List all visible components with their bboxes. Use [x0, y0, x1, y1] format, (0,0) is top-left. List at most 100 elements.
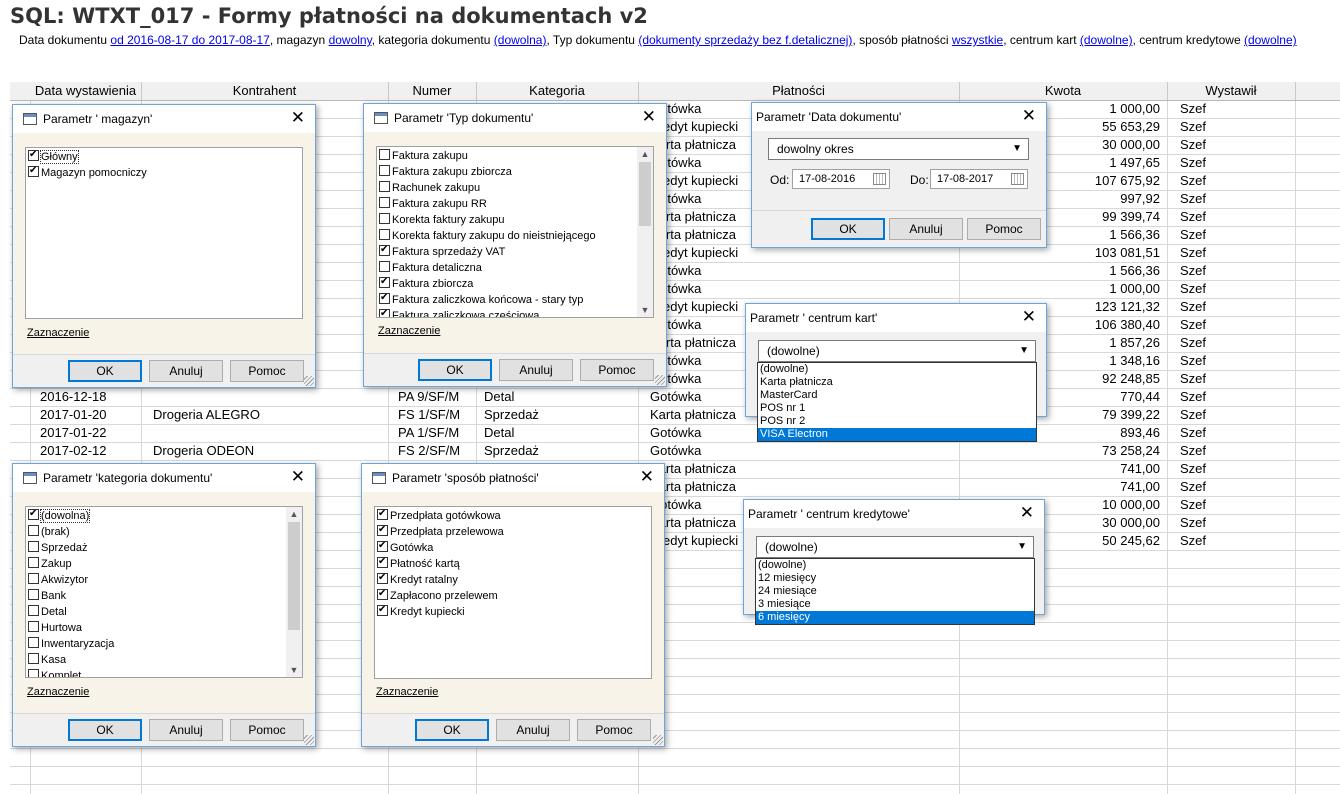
date-range-link[interactable]: od 2016-08-17 do 2017-08-17: [110, 33, 269, 47]
list-item[interactable]: Faktura zaliczkowa końcowa - stary typ: [377, 290, 637, 308]
list-item[interactable]: Gotówka: [375, 538, 651, 556]
dialog-titlebar[interactable]: Parametr 'kategoria dokumentu' ✕: [13, 464, 315, 492]
scroll-down-icon[interactable]: ▼: [637, 303, 653, 317]
dropdown-option[interactable]: VISA Electron: [758, 428, 1036, 441]
checkbox-icon[interactable]: [379, 229, 390, 240]
selection-link[interactable]: Zaznaczenie: [376, 686, 438, 698]
table-row[interactable]: 2017-01-20 Drogeria ALEGRO FS 1/SF/M Sprzed…: [10, 406, 1340, 425]
dropdown-option[interactable]: POS nr 2: [758, 415, 1036, 428]
dropdown-option[interactable]: (dowolne): [756, 559, 1034, 572]
payment-method-link[interactable]: wszystkie: [952, 33, 1003, 47]
scrollbar[interactable]: ▲ ▼: [637, 147, 653, 317]
credit-center-link[interactable]: (dowolne): [1244, 33, 1297, 47]
warehouse-link[interactable]: dowolny: [329, 33, 372, 47]
scroll-down-icon[interactable]: ▼: [286, 663, 302, 677]
warehouse-checklist[interactable]: Główny Magazyn pomocniczy: [25, 147, 303, 319]
resize-grip-icon[interactable]: [304, 376, 314, 386]
to-date-input[interactable]: 17-08-2017: [930, 169, 1028, 189]
calendar-icon[interactable]: [873, 173, 886, 185]
dialog-titlebar[interactable]: Parametr ' centrum kart' ✕: [746, 304, 1046, 332]
selection-link[interactable]: Zaznaczenie: [27, 686, 89, 698]
checkbox-icon[interactable]: [379, 197, 390, 208]
ok-button[interactable]: OK: [68, 360, 142, 382]
checkbox-icon[interactable]: [28, 669, 39, 677]
card-center-select[interactable]: (dowolne) ▼: [758, 340, 1036, 362]
checkbox-checked-icon[interactable]: [379, 306, 390, 317]
checkbox-icon[interactable]: [28, 653, 39, 664]
calendar-icon[interactable]: [1011, 173, 1024, 185]
close-icon[interactable]: ✕: [640, 467, 654, 487]
checkbox-checked-icon[interactable]: [377, 522, 388, 538]
list-item[interactable]: Bank: [26, 588, 286, 604]
cancel-button[interactable]: Anuluj: [149, 360, 223, 382]
dropdown-option[interactable]: POS nr 1: [758, 402, 1036, 415]
list-item[interactable]: Faktura zbiorcza: [377, 274, 637, 292]
close-icon[interactable]: ✕: [1022, 106, 1036, 126]
column-header[interactable]: Kontrahent: [141, 82, 389, 100]
table-row[interactable]: [10, 766, 1340, 785]
checkbox-icon[interactable]: [28, 637, 39, 648]
list-item[interactable]: Korekta faktury zakupu do nieistniejąceg…: [377, 228, 637, 244]
list-item[interactable]: Sprzedaż: [26, 540, 286, 556]
ok-button[interactable]: OK: [415, 719, 489, 741]
card-center-link[interactable]: (dowolne): [1080, 33, 1133, 47]
checkbox-checked-icon[interactable]: [379, 290, 390, 306]
list-item[interactable]: Główny: [26, 148, 302, 165]
help-button[interactable]: Pomoc: [577, 719, 651, 741]
checkbox-icon[interactable]: [28, 573, 39, 584]
list-item[interactable]: Przedpłata przelewowa: [375, 522, 651, 540]
table-row[interactable]: [10, 748, 1340, 767]
list-item[interactable]: Faktura sprzedaży VAT: [377, 242, 637, 260]
checkbox-icon[interactable]: [28, 525, 39, 536]
dialog-titlebar[interactable]: Parametr 'Typ dokumentu' ✕: [364, 104, 666, 132]
table-row[interactable]: 2016-12-18 PA 9/SF/M Detal Gotówka 770,44 Sze…: [10, 388, 1340, 407]
scrollbar[interactable]: ▲ ▼: [286, 507, 302, 677]
list-item[interactable]: Akwizytor: [26, 572, 286, 588]
checkbox-checked-icon[interactable]: [377, 538, 388, 554]
list-item[interactable]: Faktura zakupu zbiorcza: [377, 164, 637, 180]
dropdown-option[interactable]: 12 miesięcy: [756, 572, 1034, 585]
list-item[interactable]: Faktura zakupu: [377, 148, 637, 164]
checkbox-icon[interactable]: [28, 589, 39, 600]
dialog-titlebar[interactable]: Parametr 'sposób płatności' ✕: [362, 464, 664, 492]
cancel-button[interactable]: Anuluj: [149, 719, 223, 741]
close-icon[interactable]: ✕: [1022, 307, 1036, 327]
checkbox-checked-icon[interactable]: [377, 570, 388, 586]
checkbox-checked-icon[interactable]: [377, 507, 388, 522]
category-checklist[interactable]: (dowolna) (brak) Sprzedaż Zakup Akwizytor Ban…: [25, 506, 303, 678]
column-header[interactable]: Numer: [388, 82, 477, 100]
checkbox-icon[interactable]: [28, 541, 39, 552]
checkbox-checked-icon[interactable]: [377, 554, 388, 570]
payment-method-checklist[interactable]: Przedpłata gotówkowa Przedpłata przelewow…: [374, 506, 652, 679]
card-center-dropdown-list[interactable]: (dowolne) Karta płatnicza MasterCard POS nr…: [757, 362, 1037, 442]
table-row[interactable]: 2017-02-12 Drogeria ODEON FS 2/SF/M Sprzeda…: [10, 442, 1340, 461]
cancel-button[interactable]: Anuluj: [496, 719, 570, 741]
ok-button[interactable]: OK: [68, 719, 142, 741]
selection-link[interactable]: Zaznaczenie: [27, 327, 89, 339]
dropdown-option[interactable]: 24 miesiące: [756, 585, 1034, 598]
close-icon[interactable]: ✕: [291, 108, 305, 128]
checkbox-checked-icon[interactable]: [28, 148, 39, 163]
scroll-thumb[interactable]: [639, 162, 651, 226]
list-item[interactable]: Kredyt ratalny: [375, 570, 651, 588]
list-item[interactable]: (brak): [26, 524, 286, 540]
scroll-up-icon[interactable]: ▲: [637, 147, 653, 161]
list-item[interactable]: Inwentaryzacja: [26, 636, 286, 652]
resize-grip-icon[interactable]: [304, 735, 314, 745]
checkbox-icon[interactable]: [379, 181, 390, 192]
list-item[interactable]: Płatność kartą: [375, 554, 651, 572]
column-header[interactable]: Kategoria: [476, 82, 639, 100]
checkbox-icon[interactable]: [379, 165, 390, 176]
checkbox-icon[interactable]: [379, 149, 390, 160]
list-item[interactable]: Komplet: [26, 668, 286, 677]
category-link[interactable]: (dowolna): [494, 33, 547, 47]
cancel-button[interactable]: Anuluj: [499, 359, 573, 381]
cancel-button[interactable]: Anuluj: [889, 218, 963, 240]
list-item[interactable]: Faktura detaliczna: [377, 260, 637, 276]
close-icon[interactable]: ✕: [1020, 503, 1034, 523]
period-select[interactable]: dowolny okres ▼: [768, 138, 1029, 160]
doc-type-link[interactable]: (dokumenty sprzedaży bez f.detalicznej): [638, 33, 852, 47]
dropdown-option[interactable]: MasterCard: [758, 389, 1036, 402]
checkbox-checked-icon[interactable]: [377, 586, 388, 602]
from-date-input[interactable]: 17-08-2016: [792, 169, 890, 189]
